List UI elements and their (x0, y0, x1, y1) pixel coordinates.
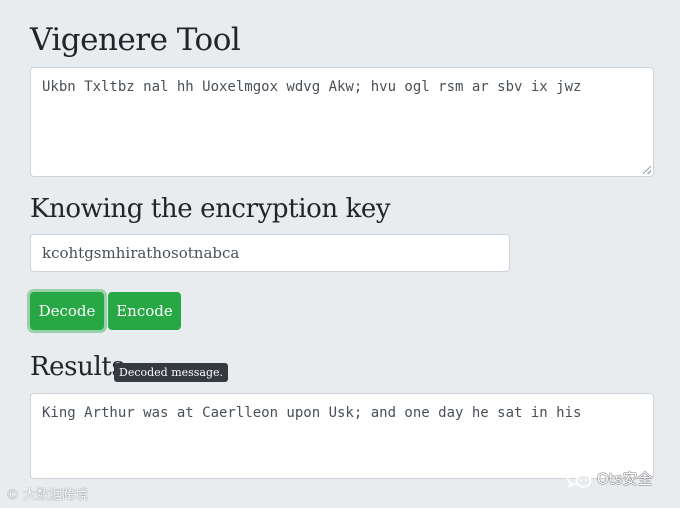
page-title: Vigenere Tool (30, 22, 241, 58)
results-heading: Results (30, 352, 125, 382)
key-heading: Knowing the encryption key (30, 194, 391, 224)
decode-button[interactable]: Decode (30, 292, 104, 330)
encode-button[interactable]: Encode (108, 292, 181, 330)
watermark-left: © 大数据跨境 (6, 488, 89, 503)
results-textarea[interactable]: King Arthur was at Caerlleon upon Usk; a… (30, 393, 654, 479)
encryption-key-value: kcohtgsmhirathosotnabca (42, 244, 240, 262)
watermark-right: Ots安全 (566, 468, 653, 489)
results-value: King Arthur was at Caerlleon upon Usk; a… (42, 405, 582, 421)
resize-handle-icon[interactable] (643, 166, 651, 174)
wechat-icon (566, 469, 592, 489)
watermark-right-text: Ots安全 (597, 470, 653, 488)
ciphertext-value: Ukbn Txltbz nal hh Uoxelmgox wdvg Akw; h… (42, 79, 582, 95)
ciphertext-textarea[interactable]: Ukbn Txltbz nal hh Uoxelmgox wdvg Akw; h… (30, 67, 654, 177)
decoded-tooltip: Decoded message. (114, 363, 229, 382)
encryption-key-input[interactable]: kcohtgsmhirathosotnabca (30, 234, 510, 272)
